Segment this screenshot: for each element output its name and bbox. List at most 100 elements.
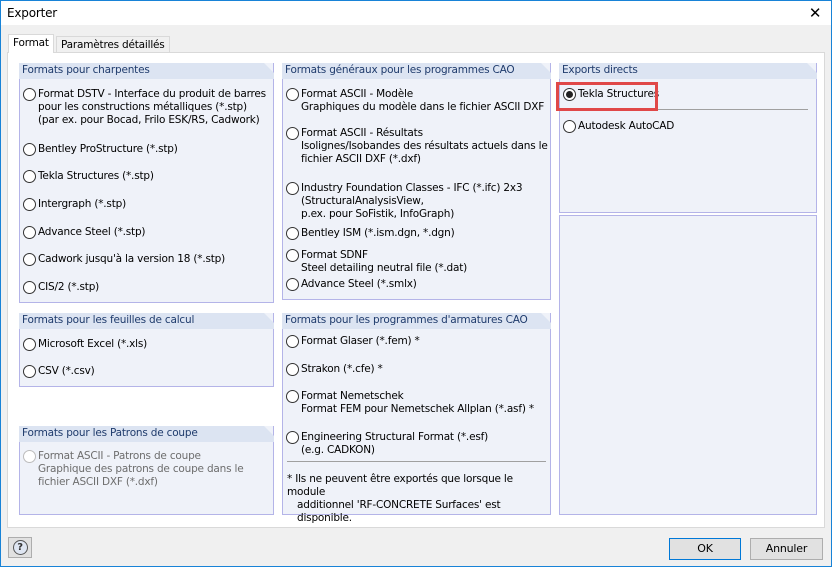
- radio-button[interactable]: [286, 278, 299, 291]
- radio-button[interactable]: [286, 363, 299, 376]
- option-label-line: p.ex. pour SoFistik, InfoGraph): [301, 208, 455, 220]
- group-title: Formats pour charpentes: [19, 63, 274, 79]
- group-calcul: Formats pour les feuilles de calcul Micr…: [19, 313, 274, 387]
- option-label: Autodesk AutoCAD: [578, 120, 674, 133]
- option-label-line: Graphique des patrons de coupe dans le: [38, 463, 244, 475]
- help-icon: ?: [12, 540, 28, 555]
- footnote-line: * Ils ne peuvent être exportés que lorsq…: [287, 473, 513, 498]
- group-title: Formats pour les feuilles de calcul: [19, 313, 274, 329]
- option-label-line: Format ASCII - Modèle: [301, 88, 413, 100]
- radio-button[interactable]: [286, 249, 299, 262]
- option-label-line: pour les constructions métalliques (*.st…: [38, 101, 247, 113]
- option-label-line: Format FEM pour Nemetschek Allplan (*.as…: [301, 403, 534, 415]
- option-label-line: Intergraph (*.stp): [38, 198, 126, 210]
- option-label: Format ASCII - Résultats Isolignes/Isoban…: [301, 127, 548, 166]
- group-title: Exports directs: [559, 63, 817, 79]
- radio-button[interactable]: [23, 198, 36, 211]
- window-title: Exporter: [7, 6, 57, 20]
- tab-format[interactable]: Format: [8, 34, 54, 53]
- option-label-line: Microsoft Excel (*.xls): [38, 338, 148, 350]
- option-label: Format Glaser (*.fem) *: [301, 335, 420, 348]
- option-label-line: Format Glaser (*.fem) *: [301, 335, 420, 347]
- option-label: Advance Steel (*.smlx): [301, 278, 417, 291]
- close-icon[interactable]: ✕: [801, 3, 829, 23]
- cancel-button[interactable]: Annuler: [750, 538, 823, 560]
- radio-button: [23, 450, 36, 463]
- separator: [658, 109, 808, 110]
- radio-button[interactable]: [286, 335, 299, 348]
- option-label-line: Graphiques du modèle dans le fichier ASC…: [301, 101, 545, 113]
- option-label: Advance Steel (*.stp): [38, 226, 146, 239]
- radio-button[interactable]: [286, 127, 299, 140]
- option-label-line: CSV (*.csv): [38, 365, 95, 377]
- radio-button[interactable]: [23, 253, 36, 266]
- radio-button[interactable]: [286, 390, 299, 403]
- radio-button[interactable]: [286, 431, 299, 444]
- option-label: Format ASCII - Patrons de coupe Graphique…: [38, 450, 244, 489]
- option-label-line: Bentley ISM (*.ism.dgn, *.dgn): [301, 227, 455, 239]
- radio-button[interactable]: [286, 227, 299, 240]
- radio-button[interactable]: [23, 226, 36, 239]
- option-label-line: (e.g. CADKON): [301, 444, 375, 456]
- radio-button[interactable]: [23, 365, 36, 378]
- option-label-line: Strakon (*.cfe) *: [301, 363, 383, 375]
- group-title: Formats pour les Patrons de coupe: [19, 426, 274, 442]
- option-label-line: (par ex. pour Bocad, Frilo ESK/RS, Cadwo…: [38, 114, 260, 126]
- tab-parametres-detailles[interactable]: Paramètres détaillés: [56, 36, 170, 53]
- option-label: Microsoft Excel (*.xls): [38, 338, 147, 351]
- option-label-line: Bentley ProStructure (*.stp): [38, 143, 178, 155]
- option-label: Intergraph (*.stp): [38, 198, 126, 211]
- option-label-line: fichier ASCII DXF (*.dxf): [38, 476, 158, 488]
- option-label-line: Cadwork jusqu'à la version 18 (*.stp): [38, 253, 226, 265]
- option-label-line: Advance Steel (*.smlx): [301, 278, 417, 290]
- group-armatures: Formats pour les programmes d'armatures …: [282, 313, 551, 524]
- option-label-line: Industry Foundation Classes - IFC (*.ifc…: [301, 182, 523, 194]
- footnote-line: additionnel 'RF-CONCRETE Surfaces' est d…: [297, 499, 501, 524]
- separator: [287, 461, 546, 462]
- radio-button[interactable]: [23, 281, 36, 294]
- ok-button[interactable]: OK: [669, 538, 741, 560]
- footnote: * Ils ne peuvent être exportés que lorsq…: [287, 473, 550, 525]
- option-label-line: Format Nemetschek: [301, 390, 404, 402]
- group-charpentes: Formats pour charpentes Format DSTV - In…: [19, 63, 274, 303]
- option-label-line: Autodesk AutoCAD: [578, 120, 675, 132]
- radio-button[interactable]: [23, 143, 36, 156]
- option-label-line: Format ASCII - Patrons de coupe: [38, 450, 201, 462]
- option-label: Format ASCII - Modèle Graphiques du modèl…: [301, 88, 544, 114]
- radio-button[interactable]: [23, 88, 36, 101]
- option-label: Industry Foundation Classes - IFC (*.ifc…: [301, 182, 523, 221]
- radio-button[interactable]: [23, 338, 36, 351]
- option-label-line: Advance Steel (*.stp): [38, 226, 146, 238]
- option-label: Format Nemetschek Format FEM pour Nemetsc…: [301, 390, 534, 416]
- help-button[interactable]: ?: [8, 537, 32, 558]
- option-label: CSV (*.csv): [38, 365, 95, 378]
- option-label-line: fichier ASCII DXF (*.dxf): [301, 153, 421, 165]
- option-label: Bentley ISM (*.ism.dgn, *.dgn): [301, 227, 455, 240]
- title-bar: Exporter ✕: [1, 1, 831, 25]
- option-label-line: CIS/2 (*.stp): [38, 281, 100, 293]
- option-label: Engineering Structural Format (*.esf) (e.…: [301, 431, 488, 457]
- option-label-line: Steel detailing neutral file (*.dat): [301, 262, 468, 274]
- option-label: Format DSTV - Interface du produit de ba…: [38, 88, 266, 127]
- option-label-line: Engineering Structural Format (*.esf): [301, 431, 488, 443]
- option-label-line: (StructuralAnalysisView,: [301, 195, 424, 207]
- radio-button[interactable]: [286, 88, 299, 101]
- group-title: Formats pour les programmes d'armatures …: [282, 313, 551, 329]
- option-label: Cadwork jusqu'à la version 18 (*.stp): [38, 253, 225, 266]
- option-label-line: Format DSTV - Interface du produit de ba…: [38, 88, 266, 100]
- radio-button[interactable]: [23, 170, 36, 183]
- option-label: Bentley ProStructure (*.stp): [38, 143, 178, 156]
- option-label: Tekla Structures (*.stp): [38, 170, 154, 183]
- empty-group: [559, 215, 817, 515]
- radio-button[interactable]: [563, 120, 576, 133]
- option-label: Format SDNF Steel detailing neutral file …: [301, 249, 467, 275]
- option-label-line: Isolignes/Isobandes des résultats actuel…: [301, 140, 548, 152]
- option-label-line: Tekla Structures (*.stp): [38, 170, 154, 182]
- group-cao: Formats généraux pour les programmes CAO…: [282, 63, 551, 300]
- radio-button[interactable]: [286, 182, 299, 195]
- group-title: Formats généraux pour les programmes CAO: [282, 63, 551, 79]
- option-label: Strakon (*.cfe) *: [301, 363, 383, 376]
- group-patrons: Formats pour les Patrons de coupe Format…: [19, 426, 274, 515]
- highlight-box: [556, 82, 658, 111]
- option-label: CIS/2 (*.stp): [38, 281, 99, 294]
